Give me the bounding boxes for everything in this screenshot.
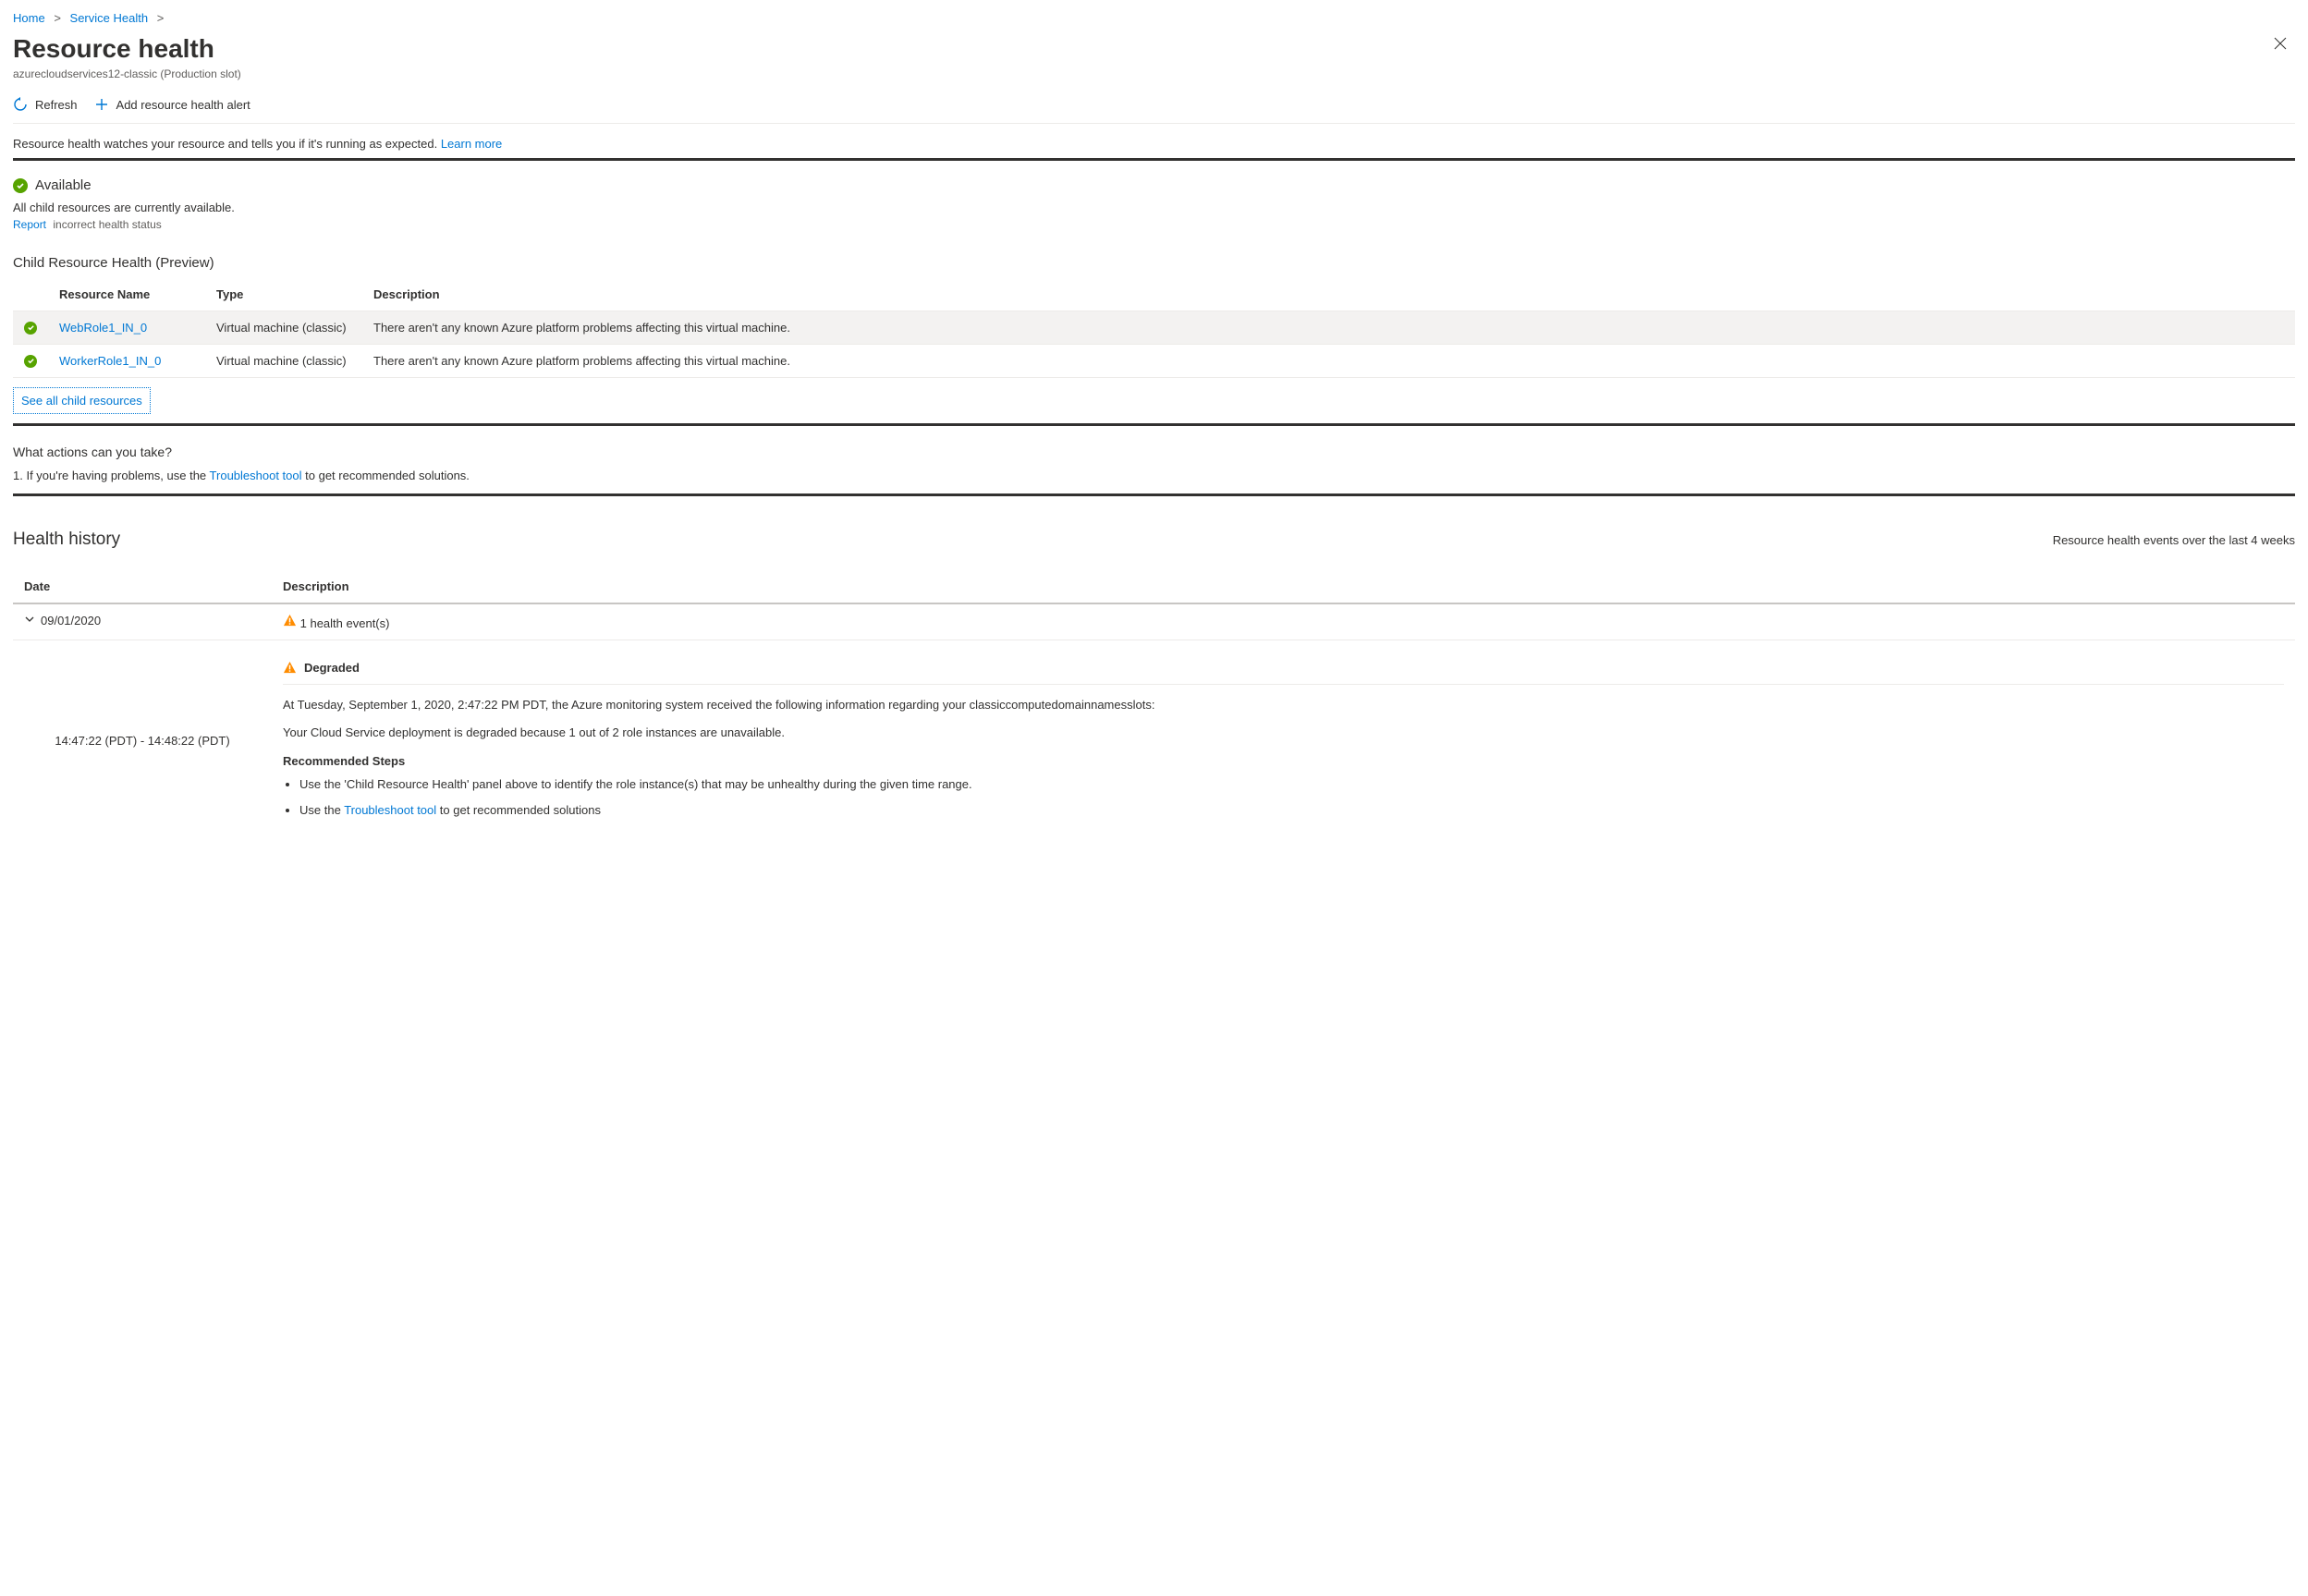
history-date: 09/01/2020 [41, 614, 101, 627]
health-history-title: Health history [13, 530, 120, 550]
history-event-row: 14:47:22 (PDT) - 14:48:22 (PDT) Degraded… [13, 640, 2295, 842]
event-status: Degraded [304, 661, 360, 675]
intro-body: Resource health watches your resource an… [13, 137, 437, 151]
learn-more-link[interactable]: Learn more [441, 137, 502, 151]
col-description: Description [362, 278, 2295, 311]
event-time-range: 14:47:22 (PDT) - 14:48:22 (PDT) [55, 734, 229, 748]
breadcrumb-home[interactable]: Home [13, 11, 45, 25]
table-row[interactable]: WebRole1_IN_0 Virtual machine (classic) … [13, 311, 2295, 345]
add-alert-label: Add resource health alert [116, 98, 250, 112]
warning-icon [283, 661, 297, 675]
resource-name-link[interactable]: WorkerRole1_IN_0 [59, 354, 161, 368]
col-date: Date [13, 570, 272, 603]
breadcrumb-service-health[interactable]: Service Health [70, 11, 149, 25]
breadcrumb: Home > Service Health > [13, 9, 2295, 30]
refresh-icon [13, 97, 28, 112]
command-bar: Refresh Add resource health alert [13, 80, 2295, 124]
event-paragraph: Your Cloud Service deployment is degrade… [283, 724, 2284, 742]
warning-icon [283, 614, 297, 627]
page-title: Resource health [13, 34, 241, 64]
troubleshoot-tool-link[interactable]: Troubleshoot tool [210, 469, 302, 482]
history-summary: 1 health event(s) [300, 616, 390, 630]
status-ok-icon [24, 322, 37, 335]
recommended-step: Use the 'Child Resource Health' panel ab… [299, 775, 2284, 794]
troubleshoot-tool-link[interactable]: Troubleshoot tool [344, 803, 436, 817]
recommended-step: Use the Troubleshoot tool to get recomme… [299, 801, 2284, 820]
refresh-button[interactable]: Refresh [13, 97, 78, 112]
history-group-row[interactable]: 09/01/2020 1 health event(s) [13, 603, 2295, 640]
resource-desc: There aren't any known Azure platform pr… [362, 311, 2295, 345]
page-subtitle: azurecloudservices12-classic (Production… [13, 67, 241, 80]
child-health-heading: Child Resource Health (Preview) [13, 255, 2295, 271]
event-paragraph: At Tuesday, September 1, 2020, 2:47:22 P… [283, 696, 2284, 714]
plus-icon [94, 97, 109, 112]
see-all-child-resources-button[interactable]: See all child resources [13, 387, 151, 414]
health-history-table: Date Description 09/01/2020 1 health eve… [13, 570, 2295, 841]
chevron-down-icon [24, 614, 35, 625]
table-row[interactable]: WorkerRole1_IN_0 Virtual machine (classi… [13, 345, 2295, 378]
resource-type: Virtual machine (classic) [205, 345, 362, 378]
recommended-steps-title: Recommended Steps [283, 754, 2284, 768]
resource-name-link[interactable]: WebRole1_IN_0 [59, 321, 147, 335]
intro-text: Resource health watches your resource an… [13, 124, 2295, 161]
resource-desc: There aren't any known Azure platform pr… [362, 345, 2295, 378]
status-ok-icon [24, 355, 37, 368]
available-icon [13, 178, 28, 193]
actions-heading: What actions can you take? [13, 445, 2295, 459]
report-link[interactable]: Report [13, 218, 46, 231]
report-text: incorrect health status [53, 218, 161, 231]
child-resource-table: Resource Name Type Description WebRole1_… [13, 278, 2295, 378]
close-button[interactable] [2265, 30, 2295, 56]
breadcrumb-sep: > [48, 11, 67, 25]
status-label: Available [35, 177, 92, 193]
health-history-subtitle: Resource health events over the last 4 w… [2053, 533, 2295, 547]
breadcrumb-sep: > [152, 11, 170, 25]
col-type: Type [205, 278, 362, 311]
col-resource-name: Resource Name [48, 278, 205, 311]
close-icon [2273, 36, 2288, 51]
col-description: Description [272, 570, 2295, 603]
status-subtext: All child resources are currently availa… [13, 201, 2295, 214]
actions-list: 1. If you're having problems, use the Tr… [13, 469, 2295, 496]
add-alert-button[interactable]: Add resource health alert [94, 97, 250, 112]
resource-type: Virtual machine (classic) [205, 311, 362, 345]
refresh-label: Refresh [35, 98, 78, 112]
